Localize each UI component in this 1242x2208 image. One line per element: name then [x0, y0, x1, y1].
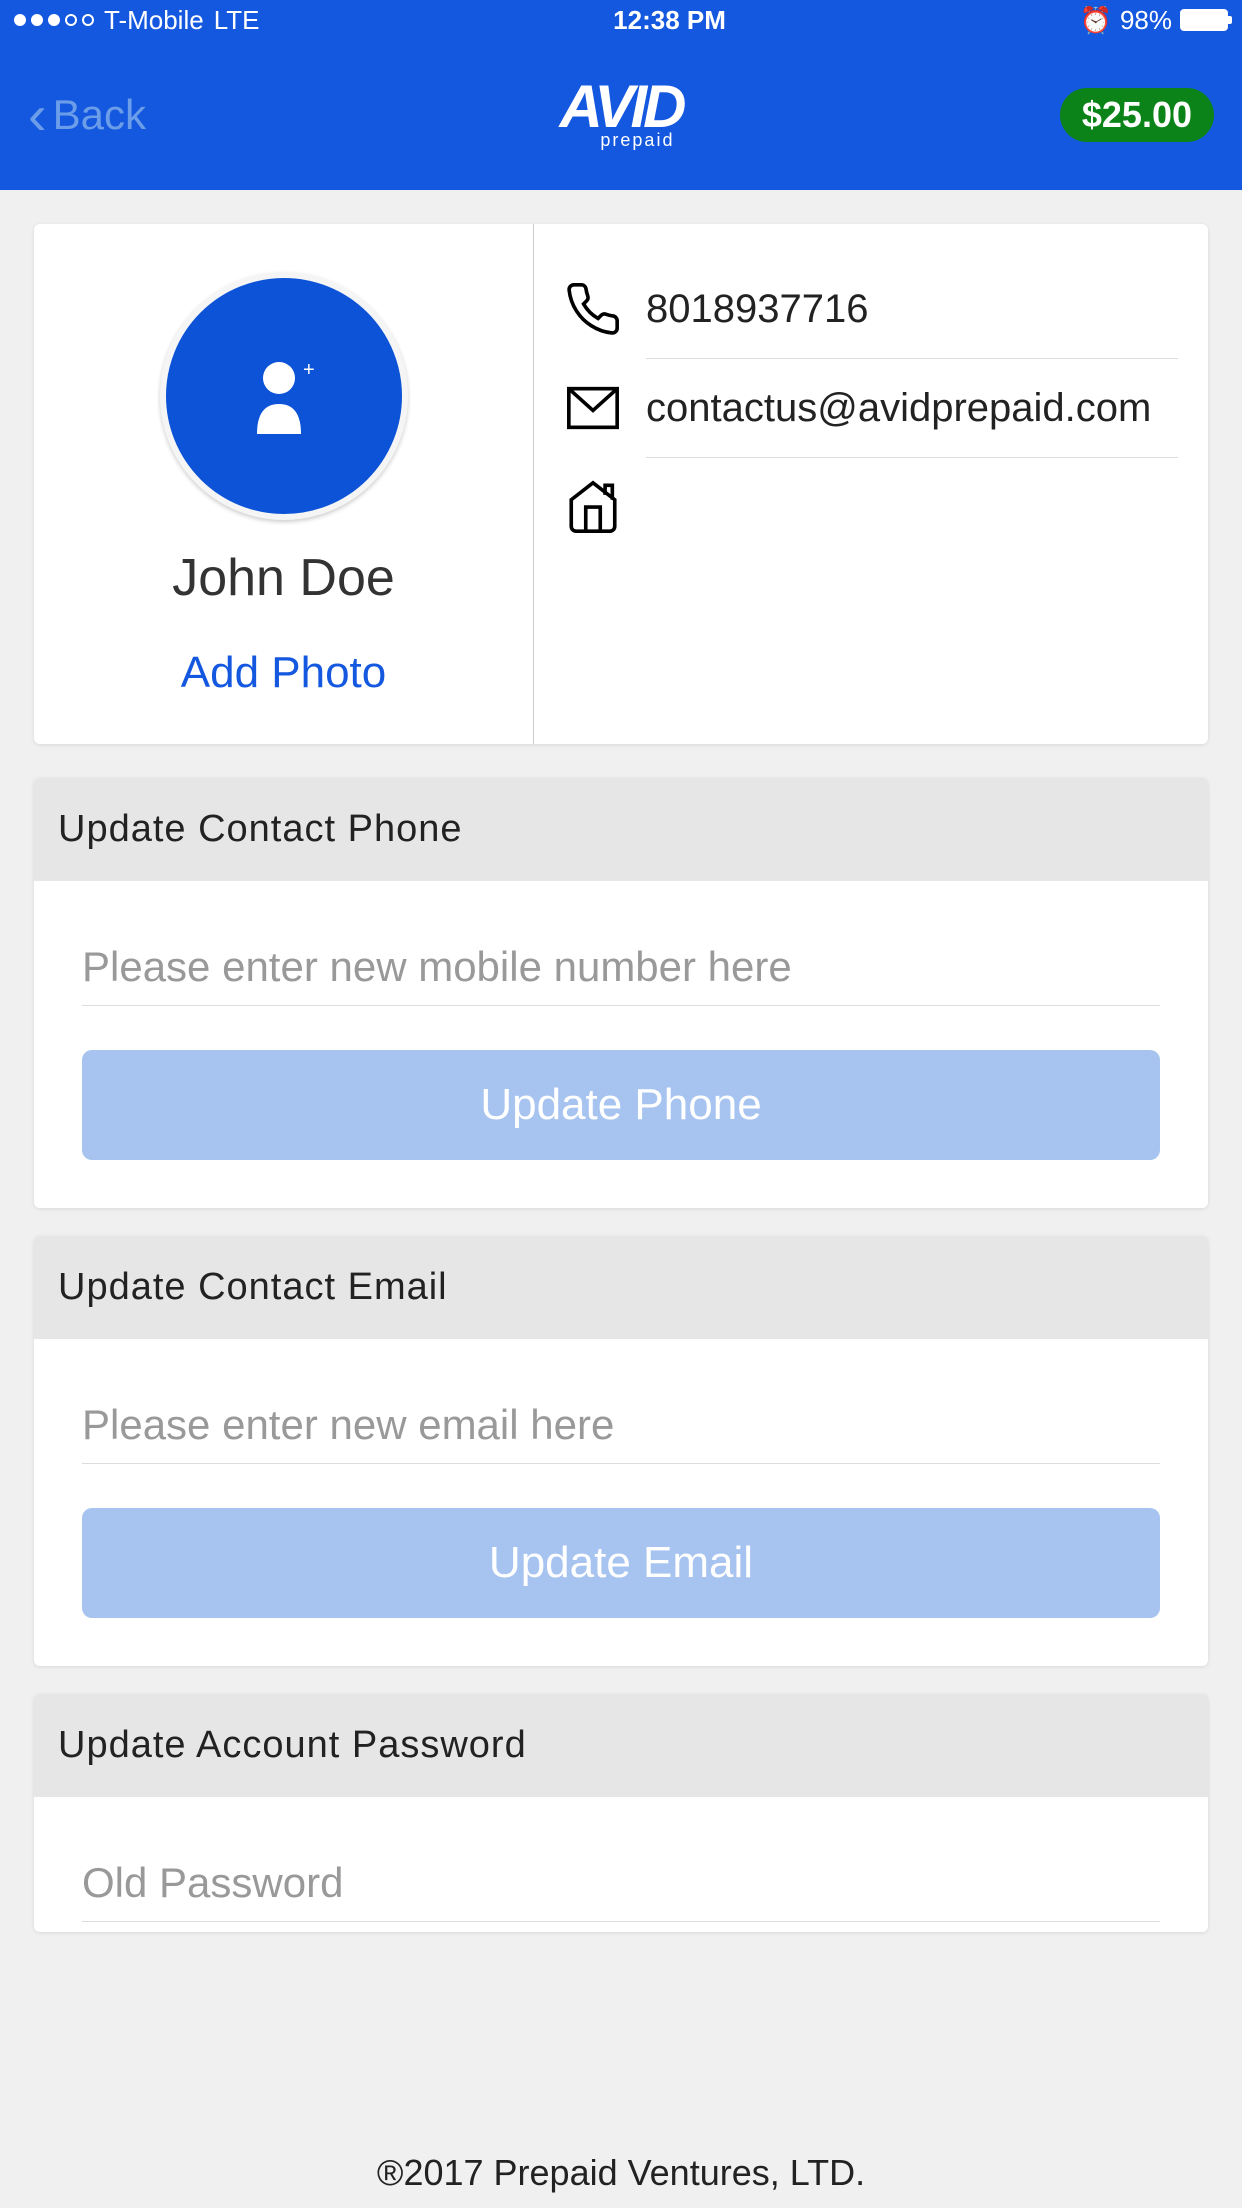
profile-card: + John Doe Add Photo 8018937716 contactu…	[34, 224, 1208, 744]
back-label: Back	[53, 91, 146, 139]
status-right: ⏰ 98%	[1080, 5, 1228, 36]
address-row	[564, 458, 1178, 556]
section-header-phone: Update Contact Phone	[34, 778, 1208, 881]
network-label: LTE	[214, 5, 260, 36]
time-label: 12:38 PM	[613, 5, 726, 36]
carrier-label: T-Mobile	[104, 5, 204, 36]
content: + John Doe Add Photo 8018937716 contactu…	[0, 224, 1242, 1932]
balance-badge[interactable]: $25.00	[1060, 88, 1214, 142]
section-header-email: Update Contact Email	[34, 1236, 1208, 1339]
nav-bar: ‹ Back AVID prepaid $25.00	[0, 40, 1242, 190]
battery-label: 98%	[1120, 5, 1172, 36]
email-input[interactable]	[82, 1387, 1160, 1464]
update-phone-button[interactable]: Update Phone	[82, 1050, 1160, 1160]
battery-icon	[1180, 9, 1228, 31]
alarm-icon: ⏰	[1080, 5, 1112, 36]
person-icon: +	[249, 356, 319, 436]
phone-value: 8018937716	[646, 287, 868, 332]
chevron-left-icon: ‹	[28, 87, 47, 143]
profile-name: John Doe	[172, 548, 395, 608]
logo-text: AVID	[560, 80, 683, 134]
email-value: contactus@avidprepaid.com	[646, 386, 1151, 431]
add-photo-button[interactable]: Add Photo	[181, 648, 387, 698]
email-row: contactus@avidprepaid.com	[564, 359, 1178, 457]
email-icon	[564, 379, 622, 437]
signal-icon	[14, 14, 94, 26]
avatar[interactable]: +	[160, 272, 408, 520]
phone-row: 8018937716	[564, 260, 1178, 358]
footer: ®2017 Prepaid Ventures, LTD.	[0, 2138, 1242, 2208]
section-header-password: Update Account Password	[34, 1694, 1208, 1797]
phone-input[interactable]	[82, 929, 1160, 1006]
back-button[interactable]: ‹ Back	[28, 87, 146, 143]
logo: AVID prepaid	[560, 80, 683, 151]
update-email-button[interactable]: Update Email	[82, 1508, 1160, 1618]
svg-text:+: +	[303, 359, 315, 381]
home-icon	[564, 478, 622, 536]
profile-left: + John Doe Add Photo	[34, 224, 534, 744]
old-password-input[interactable]	[82, 1845, 1160, 1922]
update-phone-section: Update Contact Phone Update Phone	[34, 778, 1208, 1208]
phone-icon	[564, 280, 622, 338]
update-password-section: Update Account Password	[34, 1694, 1208, 1932]
profile-right: 8018937716 contactus@avidprepaid.com	[534, 224, 1208, 744]
status-bar: T-Mobile LTE 12:38 PM ⏰ 98%	[0, 0, 1242, 40]
update-email-section: Update Contact Email Update Email	[34, 1236, 1208, 1666]
status-left: T-Mobile LTE	[14, 5, 259, 36]
